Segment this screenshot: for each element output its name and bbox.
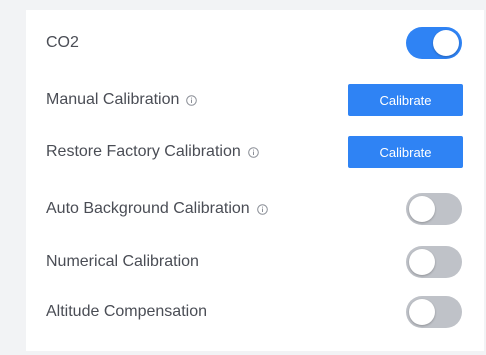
altitude-compensation-toggle[interactable] <box>406 296 462 328</box>
restore-factory-calibration-button[interactable]: Calibrate <box>348 136 463 168</box>
co2-toggle[interactable] <box>406 27 462 59</box>
altitude-compensation-label: Altitude Compensation <box>46 303 207 321</box>
co2-settings-card: CO2 Manual Calibration Calibrate Restore… <box>26 10 484 351</box>
info-icon[interactable] <box>256 203 268 215</box>
numerical-calibration-toggle-knob <box>409 249 435 275</box>
numerical-calibration-toggle[interactable] <box>406 246 462 278</box>
manual-calibration-label-text: Manual Calibration <box>46 91 180 108</box>
manual-calibration-label: Manual Calibration <box>46 91 198 109</box>
auto-background-calibration-row: Auto Background Calibration <box>26 189 484 229</box>
manual-calibration-button[interactable]: Calibrate <box>348 84 463 116</box>
info-icon[interactable] <box>186 94 198 106</box>
restore-factory-calibration-label-text: Restore Factory Calibration <box>46 143 241 160</box>
numerical-calibration-label-text: Numerical Calibration <box>46 253 199 270</box>
co2-label-text: CO2 <box>46 34 79 51</box>
co2-label: CO2 <box>46 34 79 52</box>
numerical-calibration-row: Numerical Calibration <box>26 242 484 282</box>
auto-background-calibration-label-text: Auto Background Calibration <box>46 200 250 217</box>
restore-factory-calibration-row: Restore Factory Calibration Calibrate <box>26 132 484 172</box>
auto-background-calibration-toggle[interactable] <box>406 193 462 225</box>
co2-toggle-knob <box>433 30 459 56</box>
co2-row: CO2 <box>26 23 484 63</box>
manual-calibration-row: Manual Calibration Calibrate <box>26 80 484 120</box>
altitude-compensation-label-text: Altitude Compensation <box>46 303 207 320</box>
altitude-compensation-toggle-knob <box>409 299 435 325</box>
restore-factory-calibration-label: Restore Factory Calibration <box>46 143 259 161</box>
numerical-calibration-label: Numerical Calibration <box>46 253 199 271</box>
auto-background-calibration-label: Auto Background Calibration <box>46 200 268 218</box>
auto-background-calibration-toggle-knob <box>409 196 435 222</box>
info-icon[interactable] <box>247 146 259 158</box>
altitude-compensation-row: Altitude Compensation <box>26 292 484 332</box>
